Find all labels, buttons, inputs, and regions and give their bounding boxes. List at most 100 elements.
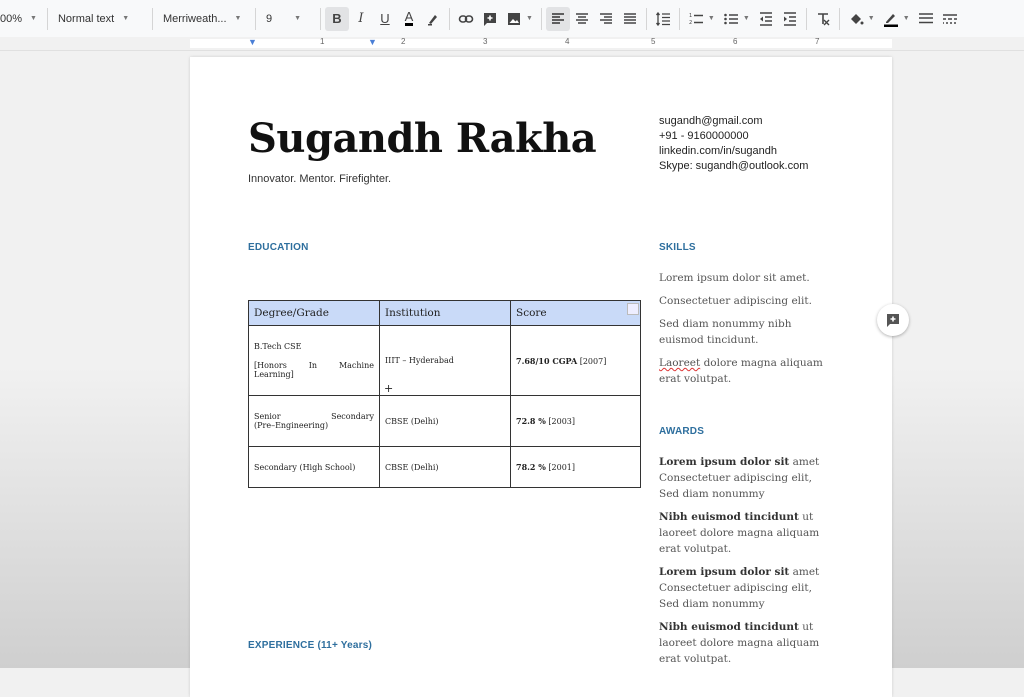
justify-button[interactable] — [618, 7, 642, 31]
border-width-button[interactable] — [914, 7, 938, 31]
separator — [678, 7, 680, 30]
text-color-icon: A — [404, 9, 414, 26]
table-header[interactable]: Institution — [379, 300, 511, 326]
score-year: [2001] — [545, 463, 576, 472]
separator — [151, 7, 153, 30]
score-year: [2007] — [577, 356, 607, 366]
bulleted-list-button[interactable] — [719, 7, 743, 31]
clear-formatting-button[interactable] — [811, 7, 835, 31]
border-width-icon — [918, 12, 933, 23]
misspelled-word[interactable]: Laoreet — [659, 357, 700, 369]
italic-button[interactable]: I — [349, 7, 373, 31]
border-color-button[interactable] — [879, 7, 903, 31]
ruler-number: 6 — [733, 37, 738, 46]
separator — [805, 7, 807, 30]
award-title: Nibh euismod tincidunt — [659, 511, 799, 523]
table-cell[interactable]: Secondary (High School) — [248, 446, 380, 488]
separator — [645, 7, 647, 30]
table-cell[interactable]: Senior Secondary (Pre–Engineering) — [248, 395, 380, 447]
award-title: Lorem ipsum dolor sit — [659, 566, 790, 578]
insert-link-button[interactable] — [454, 7, 478, 31]
font-dropdown[interactable]: Merriweath... ▼ — [157, 0, 251, 37]
ruler-indent-marker[interactable]: ▼ — [368, 37, 377, 47]
paragraph-style-dropdown[interactable]: Normal text ▼ — [52, 0, 148, 37]
table-cell[interactable]: 72.8 % [2003] — [510, 395, 641, 447]
ruler-number: 2 — [401, 37, 406, 46]
highlight-button[interactable] — [421, 7, 445, 31]
award-item: Nibh euismod tincidunt ut laoreet dolore… — [659, 509, 829, 557]
resume-tagline: Innovator. Mentor. Firefighter. — [248, 173, 392, 185]
bold-button[interactable]: B — [324, 6, 349, 31]
separator — [319, 7, 321, 30]
style-value: Normal text — [57, 12, 115, 25]
ruler-number: 3 — [483, 37, 488, 46]
education-heading: EDUCATION — [248, 242, 309, 253]
award-title: Nibh euismod tincidunt — [659, 621, 799, 633]
align-right-button[interactable] — [594, 7, 618, 31]
align-center-button[interactable] — [570, 7, 594, 31]
separator — [46, 7, 48, 30]
justify-icon — [623, 12, 636, 24]
score-year: [2003] — [545, 417, 576, 426]
institution-text: IIIT – Hyderabad — [385, 356, 454, 365]
decrease-indent-button[interactable] — [754, 7, 778, 31]
font-value: Merriweath... — [162, 12, 227, 25]
cursor-crosshair-icon: + — [384, 382, 394, 395]
decrease-indent-icon — [759, 11, 772, 26]
ruler-number: 4 — [565, 37, 570, 46]
increase-indent-button[interactable] — [778, 7, 802, 31]
education-table[interactable]: Degree/Grade Institution Score B.Tech CS… — [248, 300, 641, 488]
skills-list: Lorem ipsum dolor sit amet. Consectetuer… — [659, 270, 829, 387]
table-cell[interactable]: 78.2 % [2001] — [510, 446, 641, 488]
underline-button[interactable]: U — [373, 7, 397, 31]
align-left-icon — [551, 12, 564, 24]
awards-list: Lorem ipsum dolor sit amet Consectetuer … — [659, 454, 829, 667]
degree-text: [Honors In Machine — [254, 361, 374, 370]
table-header[interactable]: Degree/Grade — [248, 300, 380, 326]
chevron-down-icon: ▼ — [30, 15, 37, 22]
contact-linkedin: linkedin.com/in/sugandh — [659, 145, 778, 157]
align-left-button[interactable] — [545, 6, 570, 31]
awards-heading: AWARDS — [659, 426, 705, 437]
ruler: ▼ ▼ 1 2 3 4 5 6 7 — [0, 37, 1024, 51]
numbered-list-button[interactable]: 12 — [684, 7, 708, 31]
cell-background-button[interactable] — [844, 7, 868, 31]
insert-image-button[interactable] — [502, 7, 526, 31]
score-value: 78.2 % — [516, 462, 546, 472]
skill-item: Consectetuer adipiscing elit. — [659, 295, 812, 307]
table-handle-icon[interactable] — [627, 303, 639, 315]
skill-item: Sed diam nonummy nibh euismod tincidunt. — [659, 318, 792, 346]
experience-heading: EXPERIENCE (11+ Years) — [248, 640, 373, 651]
line-spacing-button[interactable] — [651, 7, 675, 31]
border-dash-button[interactable] — [938, 7, 962, 31]
ruler-indent-marker[interactable]: ▼ — [248, 37, 257, 47]
award-title: Lorem ipsum dolor sit — [659, 456, 790, 468]
degree-text: B.Tech CSE — [254, 342, 302, 351]
table-cell[interactable]: CBSE (Delhi) — [379, 395, 511, 447]
table-cell[interactable]: CBSE (Delhi) — [379, 446, 511, 488]
paint-bucket-icon — [850, 13, 864, 24]
contact-skype: Skype: sugandh@outlook.com — [659, 160, 809, 172]
link-icon — [458, 14, 474, 23]
table-header[interactable]: Score — [510, 300, 641, 326]
skill-item: Lorem ipsum dolor sit amet. — [659, 272, 810, 284]
degree-text: (Pre–Engineering) — [254, 421, 329, 430]
separator — [448, 7, 450, 30]
text-color-button[interactable]: A — [397, 7, 421, 31]
document-page[interactable]: Sugandh Rakha Innovator. Mentor. Firefig… — [190, 57, 892, 697]
contact-block: sugandh@gmail.com +91 - 9160000000 linke… — [659, 114, 808, 174]
font-size-dropdown[interactable]: 9 ▼ — [260, 0, 316, 37]
floating-add-comment-button[interactable] — [877, 304, 909, 336]
add-comment-button[interactable] — [478, 7, 502, 31]
ruler-number: 7 — [815, 37, 820, 46]
border-dash-icon — [942, 13, 957, 24]
pen-icon — [883, 13, 898, 27]
table-cell[interactable]: IIIT – Hyderabad + — [379, 325, 511, 396]
contact-phone: +91 - 9160000000 — [659, 130, 749, 142]
table-row: Senior Secondary (Pre–Engineering) CBSE … — [248, 395, 641, 447]
bold-icon: B — [332, 11, 342, 26]
zoom-dropdown[interactable]: 00% ▼ — [0, 0, 43, 37]
table-cell[interactable]: 7.68/10 CGPA [2007] — [510, 325, 641, 396]
degree-text: Learning] — [254, 370, 294, 379]
table-cell[interactable]: B.Tech CSE [Honors In Machine Learning] — [248, 325, 380, 396]
